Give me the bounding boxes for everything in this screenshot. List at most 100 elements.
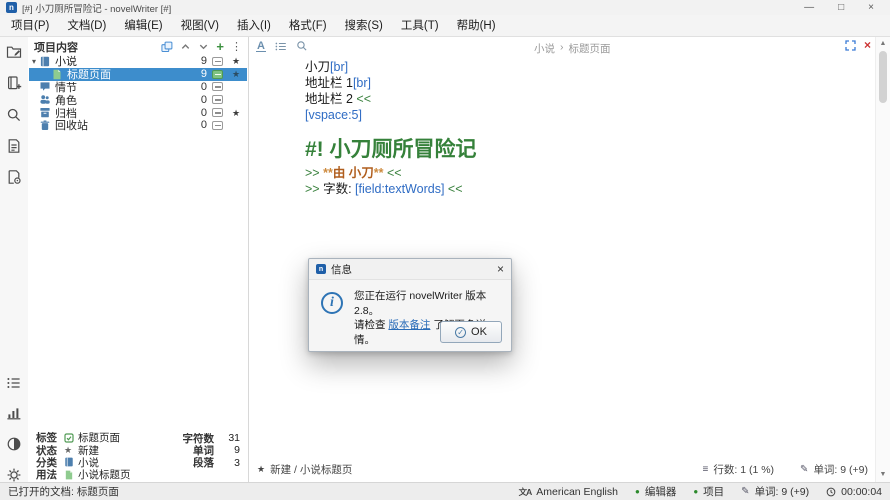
focus-mode-icon[interactable] bbox=[845, 40, 856, 51]
label-check-icon bbox=[64, 433, 74, 443]
expand-arrow-icon[interactable]: ▾ bbox=[29, 57, 39, 66]
pen-icon: ✎ bbox=[800, 465, 808, 475]
editor-header: A 小说 › 标题页面 × bbox=[249, 37, 876, 57]
maximize-button[interactable]: □ bbox=[838, 2, 844, 13]
green-dot-icon: ● bbox=[635, 488, 640, 496]
info-icon: i bbox=[321, 292, 343, 314]
active-checkbox-icon bbox=[212, 121, 223, 130]
project-panel: 项目内容 + ⋮ ▾ 小说 9 ★ 标题页 bbox=[28, 37, 249, 482]
panel-menu-icon[interactable]: ⋮ bbox=[231, 42, 242, 52]
statusbar: 已打开的文档: 标题页面 文AAmerican English ●编辑器 ●项目… bbox=[0, 482, 890, 500]
editor-scrollbar[interactable]: ▲ ▼ bbox=[875, 37, 890, 482]
project-tree-icon[interactable] bbox=[6, 43, 22, 59]
close-document-icon[interactable]: × bbox=[864, 40, 871, 51]
editor-counts: ≡行数: 1 (1 %) ✎单词: 9 (+9) bbox=[703, 462, 868, 477]
ok-button-label: OK bbox=[471, 326, 487, 338]
menu-view[interactable]: 视图(V) bbox=[172, 16, 228, 36]
menu-format[interactable]: 格式(F) bbox=[280, 16, 336, 36]
editor-status-text: 新建 / 小说标题页 bbox=[270, 462, 352, 477]
app-logo-icon: n bbox=[6, 2, 17, 13]
document-editor[interactable]: 小刀[br] 地址栏 1[br] 地址栏 2 << [vspace:5] #! … bbox=[305, 59, 866, 197]
active-checkbox-icon bbox=[212, 108, 223, 117]
project-status: ●项目 bbox=[693, 484, 724, 499]
trash-icon bbox=[39, 120, 51, 131]
editor-search-icon[interactable] bbox=[296, 40, 308, 52]
window-title: [#] 小刀厕所冒险记 - novelWriter [#] bbox=[22, 1, 171, 15]
breadcrumb-root[interactable]: 小说 bbox=[534, 41, 555, 56]
menu-project[interactable]: 项目(P) bbox=[2, 16, 58, 36]
doc-line: 地址栏 1[br] bbox=[305, 75, 866, 91]
theme-contrast-icon[interactable] bbox=[6, 436, 22, 452]
editor-footer: ★ 新建 / 小说标题页 ≡行数: 1 (1 %) ✎单词: 9 (+9) bbox=[249, 457, 876, 482]
move-up-icon[interactable] bbox=[180, 41, 191, 52]
release-notes-link[interactable]: 版本备注 bbox=[388, 319, 430, 331]
titlebar: n [#] 小刀厕所冒险记 - novelWriter [#] — □ × bbox=[0, 0, 890, 15]
open-document-status: 已打开的文档: 标题页面 bbox=[8, 484, 119, 499]
breadcrumb-page[interactable]: 标题页面 bbox=[569, 41, 611, 56]
app-logo-icon: n bbox=[316, 264, 326, 274]
stat-row-paragraphs: 段落 3 bbox=[170, 457, 240, 469]
doc-line: [vspace:5] bbox=[305, 107, 866, 123]
document-settings-icon[interactable] bbox=[6, 169, 22, 185]
lines-icon: ≡ bbox=[703, 465, 709, 475]
active-checkbox-icon bbox=[212, 70, 223, 79]
book-icon bbox=[64, 457, 74, 467]
novelwriter-window: n [#] 小刀厕所冒险记 - novelWriter [#] — □ × 项目… bbox=[0, 0, 890, 500]
format-text-icon[interactable]: A bbox=[256, 41, 266, 52]
sidebar-rail bbox=[0, 37, 28, 482]
check-circle-icon: ✓ bbox=[455, 327, 466, 338]
scrollbar-thumb[interactable] bbox=[879, 51, 887, 103]
scroll-up-icon[interactable]: ▲ bbox=[876, 39, 890, 49]
status-star-icon: ★ bbox=[232, 108, 240, 118]
editor-status[interactable]: ★ 新建 / 小说标题页 bbox=[257, 462, 352, 477]
status-star-icon: ★ bbox=[257, 465, 265, 474]
breadcrumb: 小说 › 标题页面 bbox=[534, 41, 611, 56]
doc-line: 小刀[br] bbox=[305, 59, 866, 75]
language-selector[interactable]: 文AAmerican English bbox=[519, 486, 618, 498]
status-star-icon: ★ bbox=[64, 446, 72, 455]
add-item-icon[interactable]: + bbox=[216, 42, 224, 52]
move-down-icon[interactable] bbox=[198, 41, 209, 52]
tree-row-trash[interactable]: 回收站 0 bbox=[29, 119, 247, 132]
doc-line: >> 字数: [field:textWords] << bbox=[305, 181, 866, 197]
editor-corner-tools: × bbox=[845, 40, 871, 51]
ok-button[interactable]: ✓ OK bbox=[440, 321, 502, 343]
menubar: 项目(P) 文档(D) 编辑(E) 视图(V) 插入(I) 格式(F) 搜索(S… bbox=[0, 15, 890, 37]
tree-count: 0 bbox=[189, 94, 207, 106]
menu-search[interactable]: 搜索(S) bbox=[336, 16, 392, 36]
settings-gear-icon[interactable] bbox=[6, 467, 22, 483]
search-icon[interactable] bbox=[6, 107, 22, 123]
characters-icon bbox=[39, 94, 51, 105]
dialog-close-icon[interactable]: × bbox=[497, 263, 504, 275]
detail-value: 小说标题页 bbox=[78, 467, 131, 482]
window-controls: — □ × bbox=[804, 2, 884, 13]
scroll-down-icon[interactable]: ▼ bbox=[876, 470, 890, 480]
dialog-title: 信息 bbox=[331, 262, 352, 277]
document-details-icon[interactable] bbox=[6, 138, 22, 154]
active-checkbox-icon bbox=[212, 57, 223, 66]
menu-document[interactable]: 文档(D) bbox=[58, 16, 115, 36]
tree-label: 回收站 bbox=[55, 117, 189, 133]
pen-icon: ✎ bbox=[741, 487, 749, 497]
novel-view-icon[interactable] bbox=[6, 75, 22, 91]
status-star-icon: ★ bbox=[232, 69, 240, 79]
menu-insert[interactable]: 插入(I) bbox=[228, 16, 280, 36]
writing-stats-icon[interactable] bbox=[6, 405, 22, 421]
tree-count: 9 bbox=[189, 55, 207, 67]
menu-edit[interactable]: 编辑(E) bbox=[115, 16, 171, 36]
stat-label: 段落 bbox=[170, 455, 214, 470]
status-star-icon: ★ bbox=[232, 56, 240, 66]
menu-tools[interactable]: 工具(T) bbox=[392, 16, 448, 36]
usage-file-icon bbox=[64, 470, 74, 480]
item-stats: 字符数 31 单词 9 段落 3 bbox=[170, 432, 240, 469]
close-button[interactable]: × bbox=[868, 2, 874, 13]
dialog-titlebar: n 信息 × bbox=[309, 259, 511, 280]
tree-count: 0 bbox=[189, 81, 207, 93]
doc-line: 地址栏 2 << bbox=[305, 91, 866, 107]
plot-icon bbox=[39, 81, 51, 92]
quick-links-icon[interactable] bbox=[161, 41, 173, 53]
editor-outline-icon[interactable] bbox=[275, 41, 287, 52]
outline-view-icon[interactable] bbox=[6, 375, 22, 391]
menu-help[interactable]: 帮助(H) bbox=[448, 16, 505, 36]
minimize-button[interactable]: — bbox=[804, 2, 814, 13]
